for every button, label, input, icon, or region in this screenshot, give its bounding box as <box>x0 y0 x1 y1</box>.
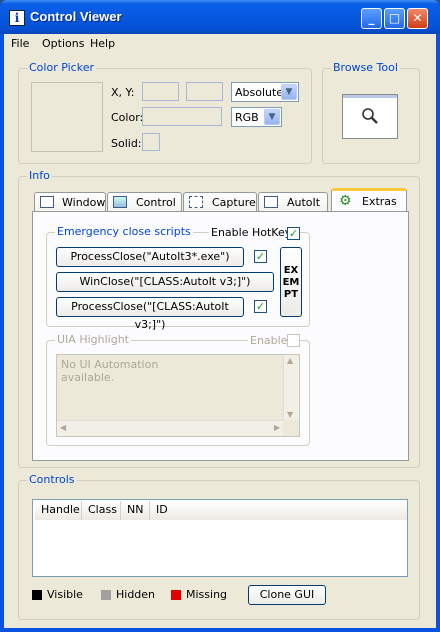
client-area: File Options Help Color Picker X, Y: Abs… <box>4 34 436 628</box>
uia-text-line: No UI Automation <box>61 358 159 371</box>
emergency-scripts-label: Emergency close scripts <box>55 225 193 238</box>
missing-legend-swatch <box>171 590 181 600</box>
solid-color-swatch <box>142 133 160 151</box>
uia-highlight-label: UIA Highlight <box>55 333 131 346</box>
solid-label: Solid: <box>111 137 142 150</box>
menu-bar: File Options Help <box>4 34 436 52</box>
visible-legend-swatch <box>32 590 42 600</box>
enable-hotkey-label: Enable HotKey <box>209 226 294 239</box>
minimize-button[interactable]: _ <box>361 8 382 29</box>
hidden-legend-label: Hidden <box>116 588 156 601</box>
tab-window[interactable]: Window <box>34 192 106 213</box>
maximize-icon: □ <box>388 11 401 25</box>
column-header-handle[interactable]: Handle <box>35 501 82 520</box>
close-button[interactable]: ✕ <box>407 8 428 29</box>
color-value-field[interactable] <box>142 107 222 126</box>
browse-tool-label: Browse Tool <box>331 61 400 74</box>
color-preview <box>31 82 103 152</box>
missing-legend-label: Missing <box>186 588 228 601</box>
uia-enable-label: Enable <box>248 334 290 347</box>
window-icon <box>40 196 54 208</box>
minimize-icon: _ <box>368 11 375 25</box>
autoit-icon <box>264 196 278 208</box>
browse-tool-button[interactable] <box>342 94 398 139</box>
chevron-down-icon[interactable]: ▼ <box>281 84 297 100</box>
vertical-scrollbar[interactable]: ▲ ▼ <box>283 355 299 420</box>
color-label: Color: <box>111 111 144 124</box>
color-mode-select[interactable]: RGB ▼ <box>231 107 282 127</box>
hidden-legend-swatch <box>101 590 111 600</box>
x-coordinate-field[interactable] <box>142 82 179 101</box>
column-header-id[interactable]: ID <box>150 501 407 520</box>
script-1-checkbox[interactable]: ✓ <box>254 250 267 263</box>
window-title: Control Viewer <box>30 9 122 24</box>
uia-enable-checkbox[interactable] <box>287 334 300 347</box>
menu-file[interactable]: File <box>11 37 29 50</box>
app-window: i Control Viewer _ □ ✕ File Options Help… <box>0 0 440 632</box>
scroll-left-icon[interactable]: ◀ <box>60 423 66 432</box>
tab-window-label: Window <box>62 196 106 209</box>
maximize-button[interactable]: □ <box>384 8 405 29</box>
clone-gui-button[interactable]: Clone GUI <box>248 585 326 605</box>
horizontal-scrollbar[interactable]: ◀ ▶ <box>57 420 283 436</box>
color-mode-value: RGB <box>235 111 259 124</box>
scroll-up-icon[interactable]: ▲ <box>287 356 293 365</box>
uia-text-area[interactable]: No UI Automation available. ▲ ▼ ◀ ▶ <box>56 354 300 437</box>
script-button-processclose-exe[interactable]: ProcessClose("AutoIt3*.exe") <box>56 247 244 267</box>
capture-icon <box>189 196 203 208</box>
tab-control[interactable]: Control <box>107 192 182 213</box>
tab-autoit-label: AutoIt <box>287 196 321 209</box>
title-bar[interactable]: i Control Viewer _ □ ✕ <box>0 0 440 34</box>
tab-control-label: Control <box>136 196 176 209</box>
uia-text-line: available. <box>61 371 115 384</box>
tab-extras-label: Extras <box>362 195 397 208</box>
tab-capture[interactable]: Capture <box>183 192 257 213</box>
scroll-down-icon[interactable]: ▼ <box>287 410 293 419</box>
info-label: Info <box>27 169 52 182</box>
chevron-down-icon[interactable]: ▼ <box>264 109 280 125</box>
close-icon: ✕ <box>412 11 423 25</box>
scroll-right-icon[interactable]: ▶ <box>274 423 280 432</box>
exempt-line: EX <box>283 265 299 276</box>
controls-label: Controls <box>27 473 77 486</box>
controls-list[interactable]: Handle Class NN ID <box>32 499 408 577</box>
magnifier-icon <box>361 107 379 129</box>
tab-capture-label: Capture <box>212 196 256 209</box>
coordinate-mode-select[interactable]: Absolute ▼ <box>231 82 299 102</box>
menu-options[interactable]: Options <box>42 37 84 50</box>
column-header-class[interactable]: Class <box>82 501 121 520</box>
column-header-nn[interactable]: NN <box>121 501 150 520</box>
exempt-button[interactable]: EX EM PT <box>280 247 302 317</box>
exempt-line: EM <box>282 277 300 288</box>
script-button-processclose-class[interactable]: ProcessClose("[CLASS:AutoIt v3;]") <box>56 297 244 331</box>
menu-help[interactable]: Help <box>90 37 115 50</box>
color-picker-label: Color Picker <box>27 61 96 74</box>
coordinate-mode-value: Absolute <box>235 86 284 99</box>
control-icon <box>113 196 127 208</box>
y-coordinate-field[interactable] <box>186 82 223 101</box>
enable-hotkey-checkbox[interactable]: ✓ <box>287 227 300 240</box>
tab-autoit[interactable]: AutoIt <box>258 192 328 213</box>
script-3-checkbox[interactable]: ✓ <box>254 300 267 313</box>
xy-label: X, Y: <box>111 86 135 99</box>
visible-legend-label: Visible <box>47 588 83 601</box>
exempt-line: PT <box>283 289 299 300</box>
info-icon: i <box>9 10 25 26</box>
script-button-winclose[interactable]: WinClose("[CLASS:AutoIt v3;]") <box>56 272 274 292</box>
gear-icon: ⚙ <box>339 193 352 209</box>
